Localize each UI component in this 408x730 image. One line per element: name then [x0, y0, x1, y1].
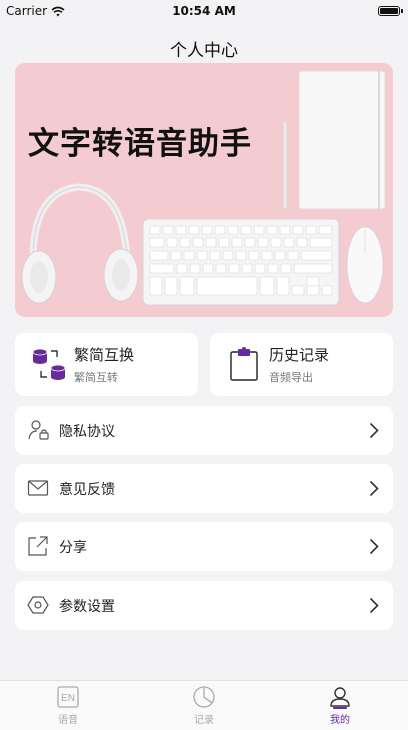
menu-item-feedback[interactable]: 意见反馈: [15, 464, 393, 513]
tab-mine[interactable]: 我的: [305, 685, 375, 726]
menu-label-feedback: 意见反馈: [59, 482, 115, 498]
history-card-subtitle: 音频导出: [269, 371, 313, 384]
tab-voice[interactable]: EN 语音: [33, 685, 103, 726]
en-icon: EN: [57, 686, 79, 708]
menu-item-settings[interactable]: 参数设置: [15, 581, 393, 630]
tab-voice-label: 语音: [58, 715, 78, 726]
share-icon: [28, 536, 48, 556]
convert-card-subtitle: 繁简互转: [74, 371, 118, 384]
menu-item-share[interactable]: 分享: [15, 522, 393, 571]
svg-text:EN: EN: [61, 693, 75, 704]
status-bar: Carrier 10:54 AM: [0, 0, 408, 22]
banner-image: 文字转语音助手: [15, 63, 393, 317]
menu-label-settings: 参数设置: [59, 599, 115, 615]
clipboard-icon: [230, 347, 258, 381]
menu-label-privacy: 隐私协议: [59, 424, 115, 440]
status-time: 10:54 AM: [172, 4, 236, 18]
pie-chart-icon: [193, 686, 215, 708]
tab-records-label: 记录: [194, 715, 214, 726]
menu-item-privacy[interactable]: 隐私协议: [15, 406, 393, 455]
mail-icon: [27, 480, 49, 496]
banner-title: 文字转语音助手: [28, 126, 252, 162]
history-card[interactable]: 历史记录 音频导出: [210, 333, 393, 396]
tab-bar: EN 语音 记录 我的: [0, 680, 408, 730]
convert-database-icon: [32, 348, 66, 380]
settings-icon: [27, 596, 49, 614]
convert-card-title: 繁简互换: [74, 346, 135, 364]
menu-label-share: 分享: [59, 540, 87, 556]
page-title: 个人中心: [170, 41, 238, 61]
banner-illustration: [21, 70, 386, 306]
history-card-title: 历史记录: [269, 346, 330, 364]
chevron-right-icon: [369, 597, 379, 614]
convert-card[interactable]: 繁简互换 繁简互转: [15, 333, 198, 396]
chevron-right-icon: [369, 480, 379, 497]
tab-mine-label: 我的: [330, 715, 350, 726]
tab-records[interactable]: 记录: [169, 685, 239, 726]
chevron-right-icon: [369, 422, 379, 439]
profile-icon: [330, 687, 350, 709]
chevron-right-icon: [369, 538, 379, 555]
battery-icon: [378, 6, 403, 16]
user-lock-icon: [28, 420, 49, 440]
